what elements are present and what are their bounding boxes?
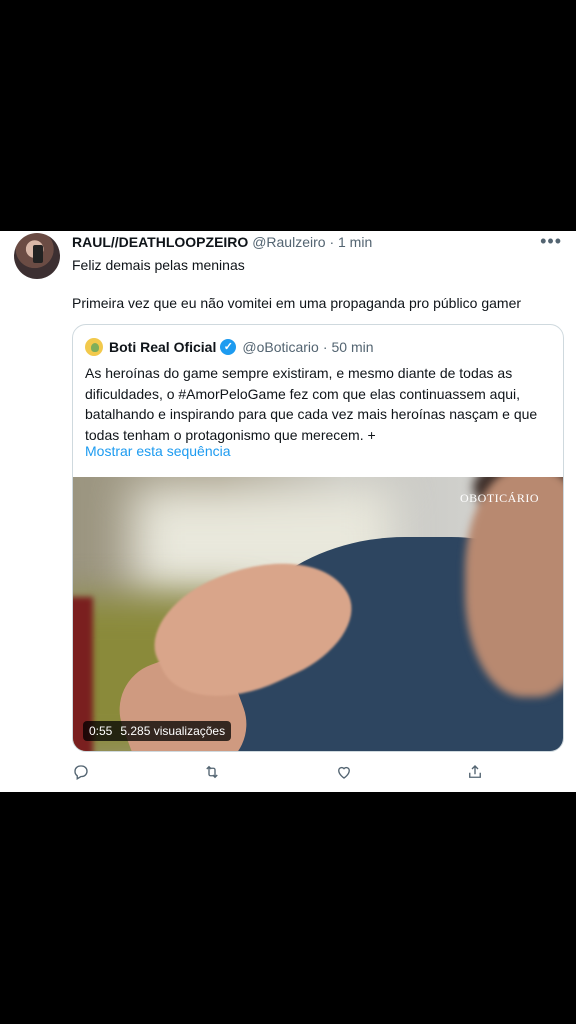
quoted-handle: @oBoticario [242,339,319,355]
avatar[interactable] [14,233,60,279]
video-duration: 0:55 [89,724,113,738]
display-name[interactable]: RAUL//DEATHLOOPZEIRO [72,234,248,250]
quoted-tweet[interactable]: Boti Real Oficial ✓ @oBoticario · 50 min… [72,324,564,752]
tweet-text-line2: Primeira vez que eu não vomitei em uma p… [72,295,522,311]
quoted-display-name: Boti Real Oficial [109,339,217,355]
verified-badge-icon: ✓ [220,339,237,355]
quoted-text: As heroínas do game sempre existiram, e … [85,365,538,443]
tweet-card[interactable]: RAUL//DEATHLOOPZEIRO @Raulzeiro · 1 min … [0,231,576,792]
share-icon[interactable] [466,763,488,785]
retweet-icon[interactable] [203,763,225,785]
reply-icon[interactable] [72,763,94,785]
brand-watermark: OBOTICÁRIO [460,491,539,505]
timestamp[interactable]: 1 min [338,234,372,250]
tweet-header: RAUL//DEATHLOOPZEIRO @Raulzeiro · 1 min [72,234,372,250]
quoted-avatar [85,338,103,356]
more-horizontal-icon[interactable]: ••• [540,231,562,252]
handle[interactable]: @Raulzeiro [252,234,325,250]
video-player[interactable]: OBOTICÁRIO 0:55 5.285 visualizações [73,477,563,751]
video-info-pill: 0:55 5.285 visualizações [83,721,232,741]
quoted-header: Boti Real Oficial ✓ @oBoticario · 50 min [85,338,374,356]
heart-icon[interactable] [335,763,357,785]
video-views: 5.285 visualizações [120,724,226,738]
quoted-separator: · [322,339,328,355]
video-frame-face [465,477,563,697]
tweet-text-line1: Feliz demais pelas meninas [72,257,245,273]
quoted-timestamp: 50 min [331,339,374,355]
action-bar [72,763,492,785]
show-thread-link[interactable]: Mostrar esta sequência [85,443,231,459]
separator: · [329,234,335,250]
